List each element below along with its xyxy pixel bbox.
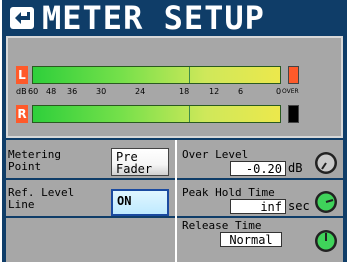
scale-tick: 12 — [209, 87, 220, 96]
over-indicator-right — [288, 105, 299, 123]
reference-level-line — [189, 106, 190, 122]
return-arrow-icon — [15, 12, 30, 24]
scale-unit: dB — [16, 87, 27, 96]
over-level-knob-icon[interactable] — [314, 151, 338, 175]
metering-point-button[interactable]: Pre Fader — [111, 148, 169, 176]
level-bar-left — [32, 66, 281, 84]
scale-tick: 60 — [28, 87, 39, 96]
channel-label-left: L — [16, 66, 28, 84]
release-time-label: Release Time — [182, 219, 262, 232]
divider — [177, 216, 343, 218]
peak-hold-time-unit: sec — [288, 199, 310, 213]
title-bar: METER SETUP — [2, 0, 347, 36]
scale-tick: 24 — [135, 87, 146, 96]
release-time-value[interactable]: Normal — [220, 232, 282, 247]
over-indicator-left — [288, 66, 299, 84]
over-level-unit: dB — [288, 161, 303, 175]
scale-tick: 18 — [179, 87, 190, 96]
meter-scale: dB 60 48 36 30 24 18 12 6 0 OVER — [16, 87, 316, 97]
metering-point-label: Metering Point — [8, 148, 61, 173]
scale-tick: 36 — [67, 87, 78, 96]
ref-level-line-label: Ref. Level Line — [8, 186, 75, 211]
release-time-knob-icon[interactable] — [314, 229, 338, 253]
level-meter: L dB 60 48 36 30 24 18 12 6 0 OVER R — [6, 36, 343, 138]
scale-tick: 30 — [96, 87, 107, 96]
divider — [6, 216, 175, 218]
reference-level-line — [189, 67, 190, 83]
divider — [177, 178, 343, 180]
ref-level-line-button[interactable]: ON — [111, 189, 169, 216]
panel-divider — [175, 140, 177, 262]
peak-hold-knob-icon[interactable] — [314, 190, 338, 214]
peak-hold-time-label: Peak Hold Time — [182, 186, 275, 199]
divider — [6, 178, 175, 180]
scale-tick: 48 — [46, 87, 57, 96]
over-level-value[interactable]: -0.20 — [230, 161, 286, 176]
meter-setup-screen: METER SETUP L dB 60 48 36 30 24 18 12 6 … — [2, 0, 347, 262]
peak-hold-time-value[interactable]: inf — [230, 199, 286, 214]
scale-tick: 6 — [238, 87, 244, 96]
level-bar-right — [32, 105, 281, 123]
over-level-label: Over Level — [182, 148, 249, 161]
scale-tick: 0 — [276, 87, 282, 96]
over-label: OVER — [282, 88, 299, 95]
back-button[interactable] — [10, 7, 34, 29]
page-title: METER SETUP — [42, 0, 265, 37]
channel-label-right: R — [16, 105, 28, 123]
